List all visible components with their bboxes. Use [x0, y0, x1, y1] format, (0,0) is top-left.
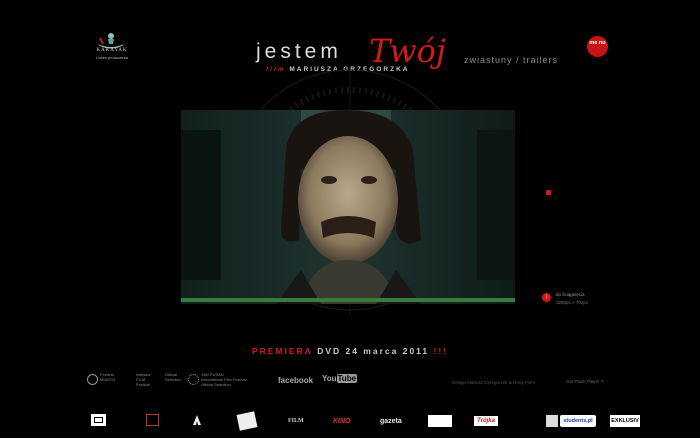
sponsor-trojka[interactable]: Trójka — [474, 416, 498, 426]
premiere-text: DVD 24 marca 2011 — [317, 346, 430, 356]
download-wallpaper-link[interactable]: ↓ do ściągnięcia 1280px × 702px — [542, 292, 602, 312]
sponsor-logo[interactable] — [146, 414, 159, 426]
sponsor-logo[interactable] — [428, 415, 452, 427]
youtube-tube: Tube — [336, 374, 358, 383]
sponsor-kino[interactable]: KINO — [333, 418, 351, 432]
sponsor-logo[interactable] — [91, 414, 106, 426]
festival-item: 15th PUSAN International Film Festival O… — [201, 372, 247, 394]
youtube-you: You — [322, 374, 337, 383]
video-progress-bar[interactable] — [181, 298, 515, 302]
premiere-banner: PREMIERA DVD 24 marca 2011 !!! — [0, 346, 700, 356]
video-player[interactable] — [181, 110, 515, 304]
kayak-logo-icon — [98, 33, 124, 49]
sponsor-logo[interactable] — [236, 411, 258, 431]
download-arrow-icon: ↓ — [542, 293, 551, 302]
sponsor-logo[interactable] — [192, 414, 202, 426]
festival-line: MIASTO — [100, 377, 116, 382]
festival-item: Festival MIASTO — [100, 372, 115, 394]
producer-logo[interactable]: KAKAYAK f.toles producenta — [88, 30, 136, 64]
sponsor-film[interactable]: FILM — [288, 418, 304, 432]
festival-item: Warsaw FILM Festival — [136, 372, 150, 394]
festival-laurel-icon — [87, 374, 98, 385]
youtube-link[interactable]: YouTube — [322, 374, 358, 383]
sponsor-students[interactable]: students.pl — [560, 415, 596, 427]
get-flash-player-link[interactable]: Get Flash Player ✎ — [566, 379, 605, 385]
festival-line: Official Selection — [201, 382, 231, 387]
premiere-label: PREMIERA — [251, 346, 313, 356]
sponsor-logo[interactable] — [546, 415, 558, 427]
festival-line: Festival — [136, 382, 150, 387]
video-frame-image — [181, 110, 515, 304]
logo-subtitle: f.toles producenta — [96, 55, 128, 60]
sponsor-exklusiv[interactable]: EXKLUSIV — [610, 415, 640, 427]
facebook-link[interactable]: facebook — [278, 376, 313, 385]
menu-button[interactable]: me nu — [587, 36, 608, 57]
design-credit: Design Mariusz Grzegorzek & Harry Fiers — [452, 380, 536, 385]
festival-line: Selection — [165, 377, 182, 382]
download-label: do ściągnięcia — [556, 292, 585, 297]
premiere-exclaim: !!! — [433, 346, 449, 356]
download-size: 1280px × 702px — [556, 300, 589, 305]
festival-item: Official Selection — [165, 372, 181, 394]
flash-icon: ✎ — [600, 379, 605, 384]
sponsor-gazeta[interactable]: gazeta — [380, 418, 402, 432]
nav-dot[interactable] — [546, 190, 551, 195]
flash-label: Get Flash Player — [566, 379, 600, 384]
progress-fill — [181, 298, 515, 302]
festival-pusan-icon — [188, 374, 199, 385]
logo-brand: KAKAYAK — [96, 48, 128, 53]
